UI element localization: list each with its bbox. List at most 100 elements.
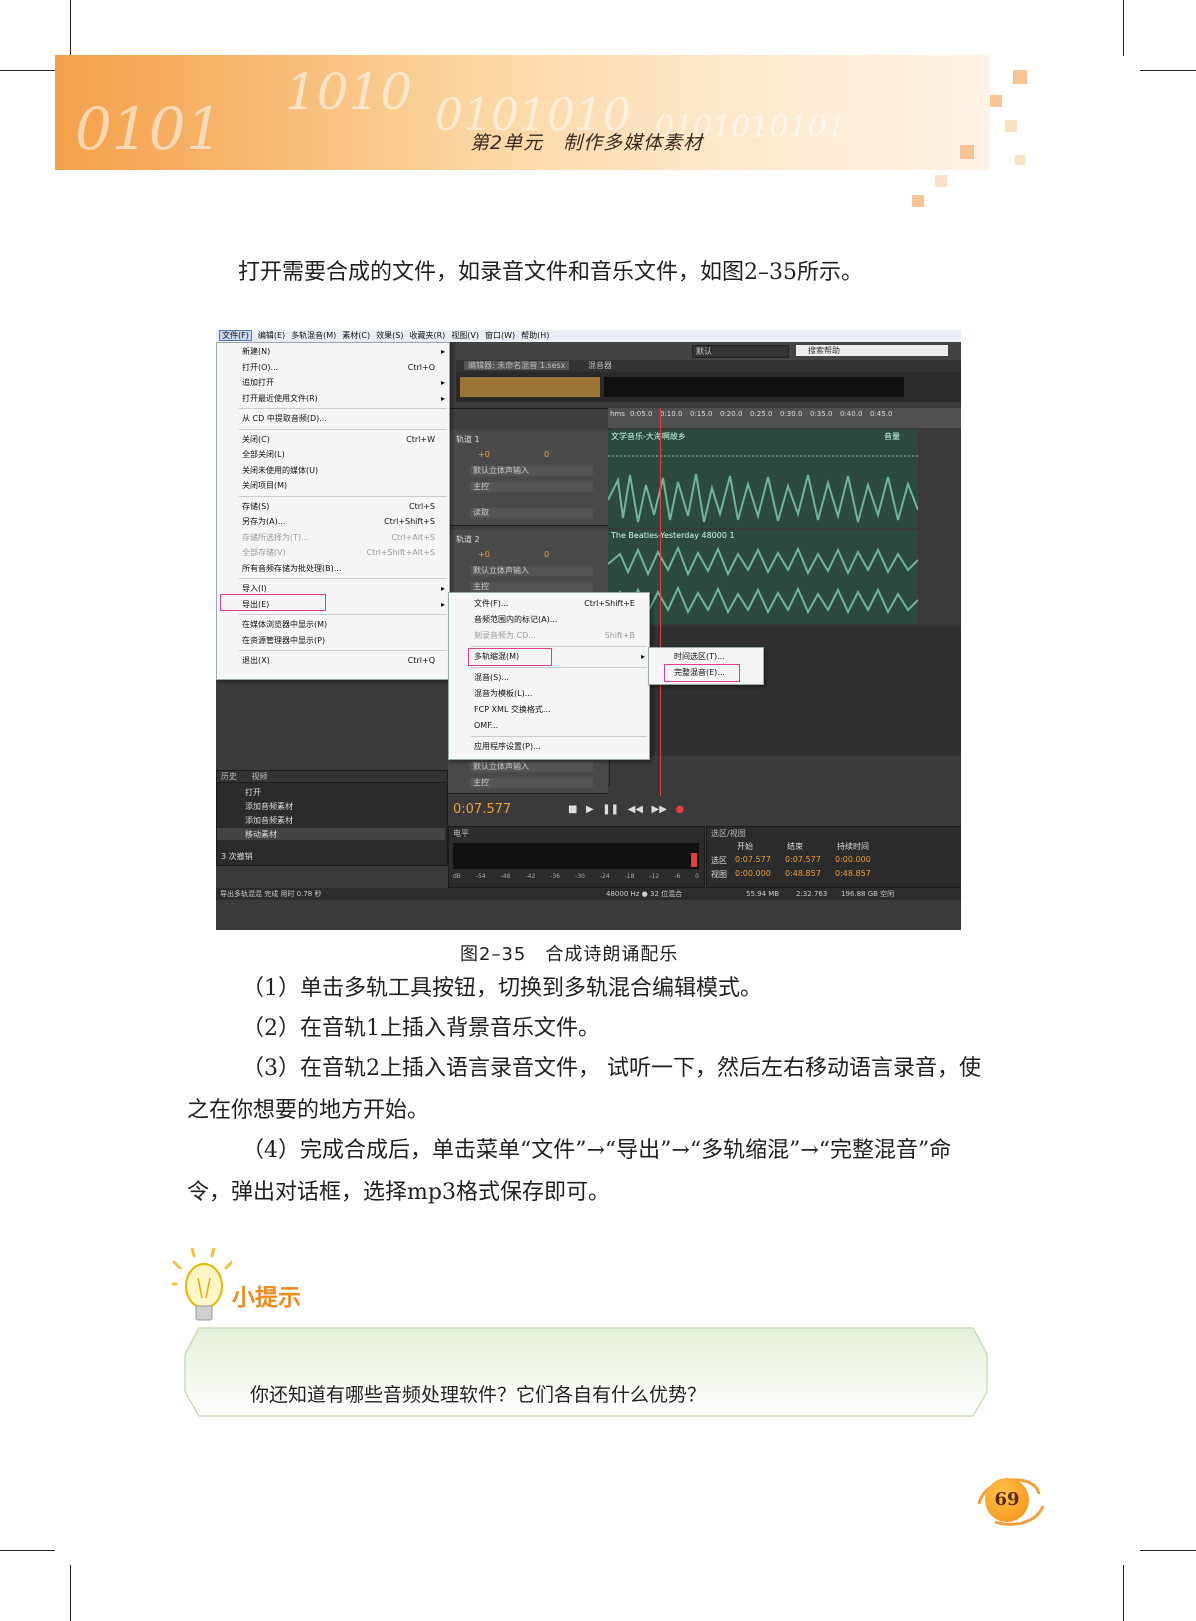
- help-search-input[interactable]: 搜索帮助: [796, 345, 948, 356]
- pause-icon[interactable]: ❚❚: [602, 804, 619, 815]
- history-item[interactable]: 添加音频素材: [245, 815, 293, 826]
- play-icon[interactable]: ▶: [586, 804, 594, 815]
- status-disk: 196.88 GB 空闲: [841, 890, 895, 898]
- menu-item[interactable]: 新建(N) ▸: [217, 344, 449, 360]
- track-1-output[interactable]: 主控: [470, 482, 593, 492]
- menu-item[interactable]: 退出(X) Ctrl+Q: [217, 653, 449, 669]
- tab-editor[interactable]: 编辑器: 未命名混音 1.sesx: [464, 361, 570, 370]
- menu-item-label: OMF...: [474, 721, 499, 730]
- menu-item-label: 另存为(A)...: [242, 517, 286, 526]
- track-2-clip[interactable]: The Beatles-Yesterday 48000 1: [608, 530, 918, 624]
- export-submenu: 文件(F)... Ctrl+Shift+E 音频范围内的标记(A)... 刻录音频为 …: [448, 592, 650, 760]
- menu-separator: [471, 667, 647, 668]
- menu-window[interactable]: 窗口(W): [485, 331, 515, 340]
- decor-binary: 0101: [75, 95, 223, 163]
- menu-item[interactable]: 全部存储(V) Ctrl+Shift+Alt+S: [217, 545, 449, 561]
- overview-viewport[interactable]: [460, 377, 600, 397]
- sel-value[interactable]: 0:00.000: [835, 855, 871, 864]
- menu-item[interactable]: 刻录音频为 CD... Shift+B: [449, 628, 649, 644]
- submenu-arrow-icon: ▸: [440, 599, 445, 609]
- tab-selection-view[interactable]: 选区/视图: [711, 828, 746, 839]
- sel-value[interactable]: 0:48.857: [785, 869, 821, 878]
- rewind-icon[interactable]: ◀◀: [628, 804, 643, 815]
- track-1-clip[interactable]: 文学音乐-大海啊故乡 音量: [608, 430, 918, 528]
- track-1-pan[interactable]: 0: [544, 450, 549, 459]
- track-2-input[interactable]: 默认立体声输入: [470, 566, 593, 576]
- menu-item[interactable]: FCP XML 交换格式...: [449, 702, 649, 718]
- track-3-input[interactable]: 默认立体声输入: [470, 762, 593, 772]
- level-tick: -42: [525, 873, 536, 880]
- step-3: （3）在音轨2上插入语言录音文件， 试听一下，然后左右移动语言录音，使之在你想要…: [187, 1056, 981, 1123]
- menu-help[interactable]: 帮助(H): [521, 331, 549, 340]
- menu-item[interactable]: 打开(O)... Ctrl+O: [217, 360, 449, 376]
- tab-level[interactable]: 电平: [453, 828, 469, 839]
- menu-item[interactable]: 打开最近使用文件(R) ▸: [217, 391, 449, 407]
- menu-item[interactable]: 追加打开 ▸: [217, 375, 449, 391]
- tab-video[interactable]: 视频: [252, 772, 268, 781]
- history-item[interactable]: 添加音频素材: [245, 801, 293, 812]
- level-meter: [453, 843, 699, 869]
- menu-item-label: 时间选区(T)...: [674, 652, 725, 661]
- menu-item[interactable]: 全部关闭(L): [217, 447, 449, 463]
- menu-item[interactable]: 所有音频存储为批处理(B)...: [217, 561, 449, 577]
- menu-favorites[interactable]: 收藏夹(R): [409, 331, 445, 340]
- menu-item[interactable]: 在媒体浏览器中显示(M): [217, 617, 449, 633]
- menu-item-label: 全部关闭(L): [242, 450, 285, 459]
- menu-item[interactable]: 文件(F)... Ctrl+Shift+E: [449, 596, 649, 612]
- menu-item[interactable]: 混音为模板(L)...: [449, 686, 649, 702]
- submenu-arrow-icon: ▸: [640, 652, 645, 661]
- track-2-name[interactable]: 轨道 2: [456, 534, 480, 545]
- level-tick: -24: [599, 873, 610, 880]
- menu-item[interactable]: 关闭(C) Ctrl+W: [217, 432, 449, 448]
- tab-history[interactable]: 历史: [221, 772, 237, 781]
- menu-file[interactable]: 文件(F): [219, 330, 252, 341]
- track-2-pan[interactable]: 0: [544, 550, 549, 559]
- menu-multitrack[interactable]: 多轨混音(M): [291, 331, 336, 340]
- workspace-select[interactable]: 默认: [692, 345, 789, 358]
- menu-item-label: 关闭项目(M): [242, 481, 288, 490]
- menu-item[interactable]: 从 CD 中提取音频(D)...: [217, 411, 449, 427]
- menu-item[interactable]: 应用程序设置(P)...: [449, 739, 649, 755]
- menu-item[interactable]: 关闭未使用的媒体(U): [217, 463, 449, 479]
- track-2-output[interactable]: 主控: [470, 582, 593, 592]
- page-number: 69: [985, 1478, 1029, 1522]
- menu-view[interactable]: 视图(V): [451, 331, 479, 340]
- sel-header: 结束: [787, 842, 803, 851]
- status-format: 48000 Hz ● 32 位混合: [606, 890, 683, 898]
- menu-item[interactable]: 存储(S) Ctrl+S: [217, 499, 449, 515]
- menu-item-label: 刻录音频为 CD...: [474, 631, 536, 640]
- track-2-volume[interactable]: +0: [478, 550, 490, 559]
- menu-effects[interactable]: 效果(S): [376, 331, 403, 340]
- sel-value[interactable]: 0:07.577: [735, 855, 771, 864]
- forward-icon[interactable]: ▶▶: [652, 804, 667, 815]
- decor-pixel: [960, 145, 974, 159]
- menu-clip[interactable]: 素材(C): [342, 331, 370, 340]
- stop-icon[interactable]: ■: [568, 804, 577, 815]
- menu-item[interactable]: 音频范围内的标记(A)...: [449, 612, 649, 628]
- tab-mixer[interactable]: 混音器: [588, 361, 612, 370]
- track-3-output[interactable]: 主控: [470, 778, 593, 788]
- track-1-volume[interactable]: +0: [478, 450, 490, 459]
- sel-value[interactable]: 0:07.577: [785, 855, 821, 864]
- record-icon[interactable]: ●: [675, 804, 684, 815]
- menu-item[interactable]: 存储所选择为(T)... Ctrl+Alt+S: [217, 530, 449, 546]
- sel-value[interactable]: 0:00.000: [735, 869, 771, 878]
- menu-item[interactable]: 关闭项目(M): [217, 478, 449, 494]
- menu-item[interactable]: 时间选区(T)...: [649, 649, 763, 665]
- menu-item[interactable]: 另存为(A)... Ctrl+Shift+S: [217, 514, 449, 530]
- playhead[interactable]: [660, 408, 661, 808]
- menu-item[interactable]: 在资源管理器中显示(P): [217, 633, 449, 649]
- menu-edit[interactable]: 编辑(E): [258, 331, 285, 340]
- submenu-arrow-icon: ▸: [440, 378, 445, 387]
- level-tick: 0: [695, 873, 699, 880]
- level-panel: 电平 dB -54 -48 -42 -36 -30 -24 -18 -12 -6 0: [448, 826, 705, 888]
- menu-item[interactable]: OMF...: [449, 718, 649, 734]
- history-item[interactable]: 移动素材: [245, 829, 277, 840]
- menu-item-label: 打开最近使用文件(R): [242, 393, 318, 403]
- menu-item[interactable]: 混音(S)...: [449, 670, 649, 686]
- sel-value[interactable]: 0:48.857: [835, 869, 871, 878]
- track-1-mode[interactable]: 读取: [470, 508, 593, 518]
- track-1-name[interactable]: 轨道 1: [456, 434, 480, 445]
- track-1-input[interactable]: 默认立体声输入: [470, 466, 593, 476]
- history-item[interactable]: 打开: [245, 787, 261, 798]
